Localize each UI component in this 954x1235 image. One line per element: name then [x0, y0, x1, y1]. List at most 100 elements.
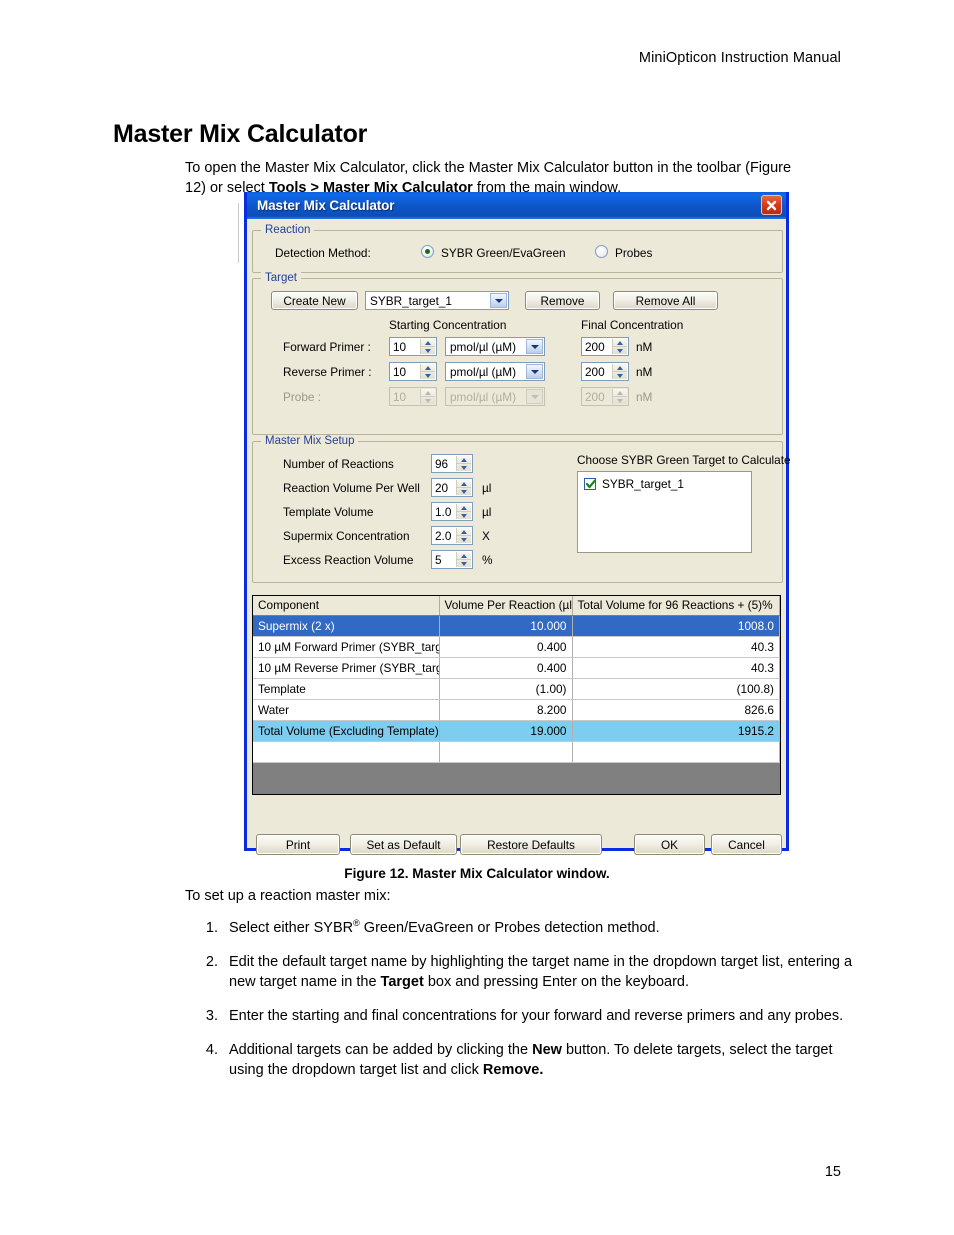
supermix-concentration-value: 2.0 [435, 528, 452, 543]
number-of-reactions-value: 96 [435, 456, 449, 471]
instructions-block: To set up a reaction master mix: Select … [185, 888, 865, 1094]
reverse-primer-final-stepper[interactable] [612, 364, 627, 379]
reverse-primer-final-value: 200 [585, 364, 605, 379]
target-legend: Target [261, 272, 301, 284]
table-header-row: Component Volume Per Reaction (µl) Total… [253, 596, 780, 616]
chevron-down-icon[interactable] [490, 293, 507, 308]
forward-primer-final-input[interactable]: 200 [581, 337, 629, 356]
reverse-primer-final-input[interactable]: 200 [581, 362, 629, 381]
cell-component: Supermix (2 x) [253, 615, 440, 637]
number-of-reactions-stepper[interactable] [456, 456, 471, 471]
dialog-titlebar[interactable]: Master Mix Calculator [247, 192, 786, 219]
table-row[interactable]: Template (1.00) (100.8) [253, 678, 780, 700]
forward-primer-start-input[interactable]: 10 [389, 337, 437, 356]
step-text-fragment: Target [380, 973, 424, 990]
reverse-primer-unit-dropdown[interactable]: pmol/µl (µM) [445, 362, 545, 381]
number-of-reactions-input[interactable]: 96 [431, 454, 473, 473]
excess-reaction-volume-unit: % [482, 553, 493, 567]
dialog-title: Master Mix Calculator [257, 198, 395, 213]
master-mix-setup-groupbox: Master Mix Setup Number of Reactions 96 … [252, 435, 791, 583]
reaction-volume-value: 20 [435, 480, 449, 495]
print-button[interactable]: Print [256, 834, 340, 855]
cancel-button[interactable]: Cancel [711, 834, 782, 855]
radio-probes[interactable] [595, 245, 608, 258]
radio-probes-label[interactable]: Probes [615, 246, 652, 260]
table-row[interactable] [253, 741, 780, 763]
close-icon[interactable] [761, 195, 782, 215]
number-of-reactions-label: Number of Reactions [283, 457, 394, 471]
forward-primer-unit-dropdown[interactable]: pmol/µl (µM) [445, 337, 545, 356]
supermix-concentration-unit: X [482, 529, 490, 543]
step-text-fragment: Enter the starting and final concentrati… [229, 1007, 844, 1024]
list-item: Edit the default target name by highligh… [222, 952, 865, 992]
excess-reaction-volume-input[interactable]: 5 [431, 550, 473, 569]
radio-sybr-green-label[interactable]: SYBR Green/EvaGreen [441, 246, 566, 260]
excess-reaction-volume-stepper[interactable] [456, 552, 471, 567]
detection-method-label: Detection Method: [275, 246, 371, 260]
reverse-primer-label: Reverse Primer : [283, 365, 372, 379]
column-header-volume-per-reaction[interactable]: Volume Per Reaction (µl) [439, 596, 573, 616]
table-row[interactable]: Water 8.200 826.6 [253, 699, 780, 721]
excess-reaction-volume-label: Excess Reaction Volume [283, 553, 414, 567]
supermix-concentration-stepper[interactable] [456, 528, 471, 543]
reverse-primer-start-input[interactable]: 10 [389, 362, 437, 381]
probe-label: Probe : [283, 390, 322, 404]
create-new-button[interactable]: Create New [271, 291, 358, 310]
supermix-concentration-label: Supermix Concentration [283, 529, 410, 543]
radio-sybr-green[interactable] [421, 245, 434, 258]
set-as-default-button[interactable]: Set as Default [350, 834, 457, 855]
column-header-total-volume[interactable]: Total Volume for 96 Reactions + (5)% [572, 596, 780, 616]
page-number: 15 [824, 1164, 841, 1180]
probe-start-stepper [420, 389, 435, 404]
cell-volume-per-reaction: 8.200 [439, 699, 573, 721]
forward-primer-final-stepper[interactable] [612, 339, 627, 354]
reverse-primer-unit-value: pmol/µl (µM) [450, 364, 517, 379]
probe-start-value: 10 [393, 389, 407, 404]
table-row[interactable]: 10 µM Forward Primer (SYBR_targ... 0.400… [253, 636, 780, 658]
components-grid: Component Volume Per Reaction (µl) Total… [253, 596, 780, 763]
step-text-fragment: Green/EvaGreen or Probes detection metho… [359, 919, 660, 936]
list-item-label: SYBR_target_1 [602, 477, 684, 491]
restore-defaults-button[interactable]: Restore Defaults [460, 834, 602, 855]
target-dropdown-value: SYBR_target_1 [370, 293, 452, 308]
step-text-fragment: Remove. [482, 1061, 544, 1078]
cell-volume-per-reaction: 0.400 [439, 636, 573, 658]
table-row[interactable]: Total Volume (Excluding Template) 19.000… [253, 720, 780, 742]
remove-all-button[interactable]: Remove All [613, 291, 718, 310]
template-volume-unit: µl [482, 505, 492, 519]
chevron-down-icon[interactable] [526, 339, 543, 354]
forward-primer-unit-value: pmol/µl (µM) [450, 339, 517, 354]
probe-unit-dropdown: pmol/µl (µM) [445, 387, 545, 406]
table-row[interactable]: 10 µM Reverse Primer (SYBR_targ... 0.400… [253, 657, 780, 679]
excess-reaction-volume-value: 5 [435, 552, 442, 567]
supermix-concentration-input[interactable]: 2.0 [431, 526, 473, 545]
components-table[interactable]: Component Volume Per Reaction (µl) Total… [252, 595, 781, 795]
target-groupbox: Target Create New SYBR_target_1 Remove R… [252, 272, 783, 435]
choose-target-listbox[interactable]: SYBR_target_1 [577, 471, 752, 553]
template-volume-stepper[interactable] [456, 504, 471, 519]
ok-button[interactable]: OK [634, 834, 705, 855]
cell-component: Template [253, 678, 440, 700]
reverse-primer-start-stepper[interactable] [420, 364, 435, 379]
dialog-body: Reaction Detection Method: SYBR Green/Ev… [247, 219, 791, 855]
cell-volume-per-reaction: 10.000 [439, 615, 573, 637]
forward-primer-start-stepper[interactable] [420, 339, 435, 354]
column-header-component[interactable]: Component [253, 596, 440, 616]
reaction-volume-stepper[interactable] [456, 480, 471, 495]
cell-total-volume: 40.3 [572, 636, 780, 658]
chevron-down-icon [526, 389, 543, 404]
remove-button[interactable]: Remove [525, 291, 600, 310]
forward-primer-label: Forward Primer : [283, 340, 371, 354]
forward-primer-final-value: 200 [585, 339, 605, 354]
template-volume-label: Template Volume [283, 505, 374, 519]
checkbox-checked-icon[interactable] [584, 478, 597, 490]
template-volume-input[interactable]: 1.0 [431, 502, 473, 521]
cell-total-volume [572, 741, 780, 763]
starting-concentration-header: Starting Concentration [389, 318, 507, 332]
target-dropdown[interactable]: SYBR_target_1 [365, 291, 509, 310]
list-item[interactable]: SYBR_target_1 [584, 477, 751, 491]
forward-primer-final-unit: nM [636, 340, 653, 354]
reaction-volume-input[interactable]: 20 [431, 478, 473, 497]
chevron-down-icon[interactable] [526, 364, 543, 379]
table-row[interactable]: Supermix (2 x) 10.000 1008.0 [253, 615, 780, 637]
